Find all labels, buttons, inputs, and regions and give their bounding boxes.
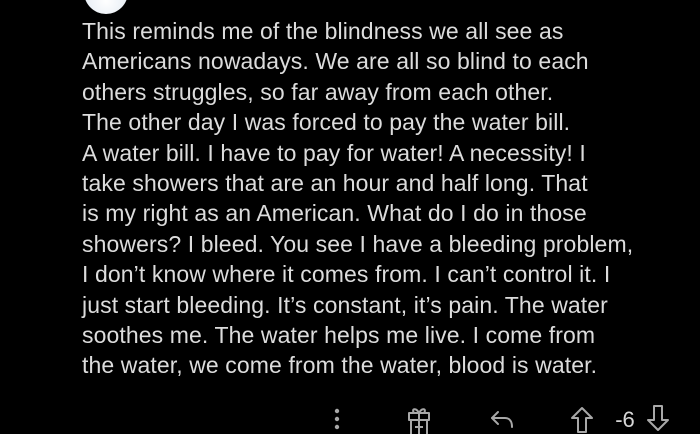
reply-button[interactable]: [484, 404, 518, 434]
comment-line: A water bill. I have to pay for water! A…: [82, 139, 586, 166]
comment-line: Americans nowadays. We are all so blind …: [82, 48, 589, 75]
upvote-button[interactable]: [566, 404, 598, 434]
comment-line: others struggles, so far away from each …: [82, 78, 554, 105]
comment-action-bar: -6: [0, 404, 700, 434]
comment-body: This reminds me of the blindness we all …: [82, 16, 694, 381]
reply-arrow-icon: [491, 411, 513, 428]
award-button[interactable]: [402, 404, 436, 434]
comment-line: is my right as an American. What do I do…: [82, 200, 587, 227]
vote-score: -6: [615, 407, 635, 432]
comment-line: This reminds me of the blindness we all …: [82, 18, 564, 44]
more-options-button[interactable]: [322, 404, 352, 434]
more-vertical-icon: [334, 408, 340, 430]
avatar[interactable]: [84, 0, 128, 14]
downvote-button[interactable]: [642, 404, 674, 434]
arrow-up-icon: [571, 407, 593, 433]
comment-line: I don’t know where it comes from. I can’…: [82, 261, 611, 288]
arrow-down-icon: [647, 405, 669, 431]
comment-line: soothes me. The water helps me live. I c…: [82, 322, 596, 349]
comment-line: the water, we come from the water, blood…: [82, 352, 598, 379]
comment-line: The other day I was forced to pay the wa…: [82, 109, 571, 136]
comment-line: showers? I bleed. You see I have a bleed…: [82, 230, 634, 257]
comment-line: just start bleeding. It’s constant, it’s…: [82, 291, 608, 318]
gift-icon: [408, 408, 430, 434]
comment-line: take showers that are an hour and half l…: [82, 170, 588, 197]
